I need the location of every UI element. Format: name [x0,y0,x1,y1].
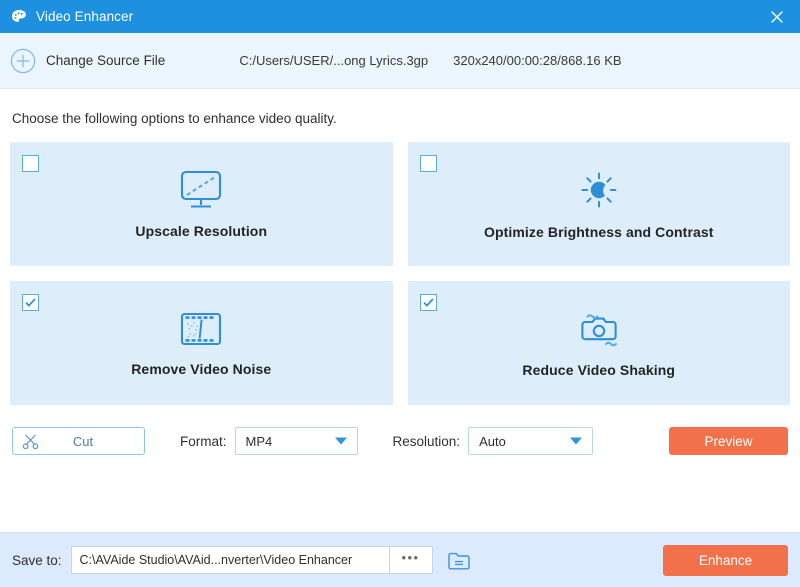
open-folder-icon [447,550,471,571]
title-bar: Video Enhancer [0,0,800,33]
chevron-down-icon [570,438,582,445]
window-title: Video Enhancer [36,9,133,24]
controls-row: Cut Format: MP4 Resolution: Auto Preview [10,427,790,455]
resolution-label: Resolution: [393,434,461,449]
resolution-select-value: Auto [479,434,506,449]
main-content: Choose the following options to enhance … [0,89,800,532]
checkbox-reduce-video-shaking[interactable] [420,294,437,311]
plus-circle-icon[interactable] [10,48,36,74]
format-select[interactable]: MP4 [235,427,358,455]
change-source-file-button[interactable]: Change Source File [46,53,165,68]
cut-button[interactable]: Cut [12,427,145,455]
format-label: Format: [180,434,227,449]
film-strip-noise-icon [177,309,225,349]
resolution-select[interactable]: Auto [468,427,593,455]
camera-shake-icon [575,308,623,350]
close-icon [769,9,785,25]
cut-button-label: Cut [46,434,144,449]
checkbox-remove-video-noise[interactable] [22,294,39,311]
palette-icon [10,8,28,26]
check-icon [422,296,435,309]
option-label-optimize-brightness: Optimize Brightness and Contrast [484,224,714,240]
checkbox-optimize-brightness[interactable] [420,155,437,172]
monitor-upscale-icon [177,169,225,211]
enhance-button[interactable]: Enhance [663,545,788,576]
check-icon [24,296,37,309]
scissors-icon [21,433,40,450]
enhance-options-grid: Upscale Resolution [10,142,790,405]
option-card-upscale-resolution[interactable]: Upscale Resolution [10,142,393,266]
close-button[interactable] [754,0,800,33]
option-label-remove-video-noise: Remove Video Noise [131,361,271,377]
bottom-bar: Save to: C:\AVAide Studio\AVAid...nverte… [0,532,800,587]
browse-path-button[interactable]: ••• [389,546,433,574]
save-to-label: Save to: [12,553,62,568]
option-label-upscale-resolution: Upscale Resolution [135,223,267,239]
save-path-group: C:\AVAide Studio\AVAid...nverter\Video E… [71,546,433,574]
preview-button[interactable]: Preview [669,427,788,455]
checkbox-upscale-resolution[interactable] [22,155,39,172]
brightness-sun-icon [575,168,623,212]
source-file-meta: 320x240/00:00:28/868.16 KB [453,53,621,68]
source-file-path: C:/Users/USER/...ong Lyrics.3gp [239,53,428,68]
option-card-reduce-video-shaking[interactable]: Reduce Video Shaking [408,281,791,405]
chevron-down-icon [335,438,347,445]
open-folder-button[interactable] [446,548,472,572]
option-label-reduce-video-shaking: Reduce Video Shaking [522,362,675,378]
option-card-optimize-brightness[interactable]: Optimize Brightness and Contrast [408,142,791,266]
option-card-remove-video-noise[interactable]: Remove Video Noise [10,281,393,405]
video-enhancer-window: Video Enhancer Change Source File C:/Use… [0,0,800,587]
source-file-bar: Change Source File C:/Users/USER/...ong … [0,33,800,89]
save-path-input[interactable]: C:\AVAide Studio\AVAid...nverter\Video E… [71,546,389,574]
instruction-text: Choose the following options to enhance … [10,89,790,142]
format-select-value: MP4 [246,434,273,449]
